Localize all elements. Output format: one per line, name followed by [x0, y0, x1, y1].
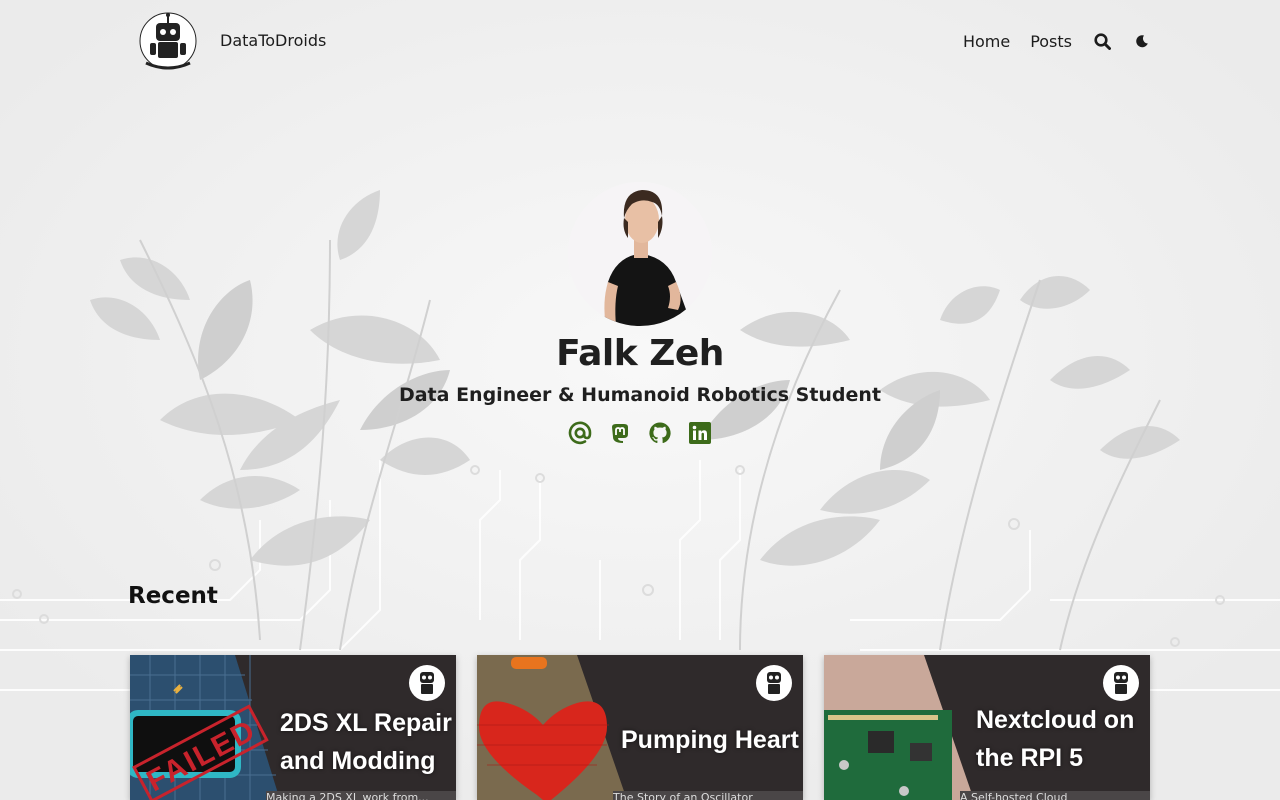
post-card-2ds-repair[interactable]: FAILED 2DS XL Repair and Modding Making … [130, 655, 456, 800]
avatar [568, 182, 712, 326]
linkedin-icon[interactable] [688, 421, 712, 445]
recent-section-title: Recent [128, 583, 218, 609]
dark-mode-moon-icon[interactable] [1132, 30, 1152, 52]
nav-posts-link[interactable]: Posts [1030, 32, 1072, 51]
post-card-subtitle: Making a 2DS XL work from... [266, 791, 456, 800]
post-card-pumping-heart[interactable]: Pumping Heart The Story of an Oscillator [477, 655, 803, 800]
github-icon[interactable] [648, 421, 672, 445]
site-header: DataToDroids Home Posts [0, 0, 1280, 86]
nav-home-link[interactable]: Home [963, 32, 1010, 51]
post-card-nextcloud-rpi5[interactable]: Nextcloud on the RPI 5 A Self-hosted Clo… [824, 655, 1150, 800]
robot-logo-icon[interactable] [138, 11, 198, 73]
robot-logo-icon [756, 665, 792, 701]
site-name[interactable]: DataToDroids [220, 31, 326, 50]
robot-logo-icon [409, 665, 445, 701]
social-links [568, 421, 728, 445]
main-nav: Home Posts [943, 30, 1152, 52]
email-at-icon[interactable] [568, 421, 592, 445]
robot-logo-icon [1103, 665, 1139, 701]
profile-name: Falk Zeh [556, 333, 724, 374]
profile-subtitle: Data Engineer & Humanoid Robotics Studen… [398, 384, 882, 406]
mastodon-icon[interactable] [608, 421, 632, 445]
post-card-subtitle: A Self-hosted Cloud [960, 791, 1150, 800]
post-card-title: Nextcloud on the RPI 5 [976, 706, 1135, 772]
post-card-title: 2DS XL Repair and Modding [280, 709, 452, 775]
post-card-title: Pumping Heart [621, 726, 799, 754]
search-icon[interactable] [1092, 30, 1112, 52]
post-card-subtitle: The Story of an Oscillator [613, 791, 803, 800]
